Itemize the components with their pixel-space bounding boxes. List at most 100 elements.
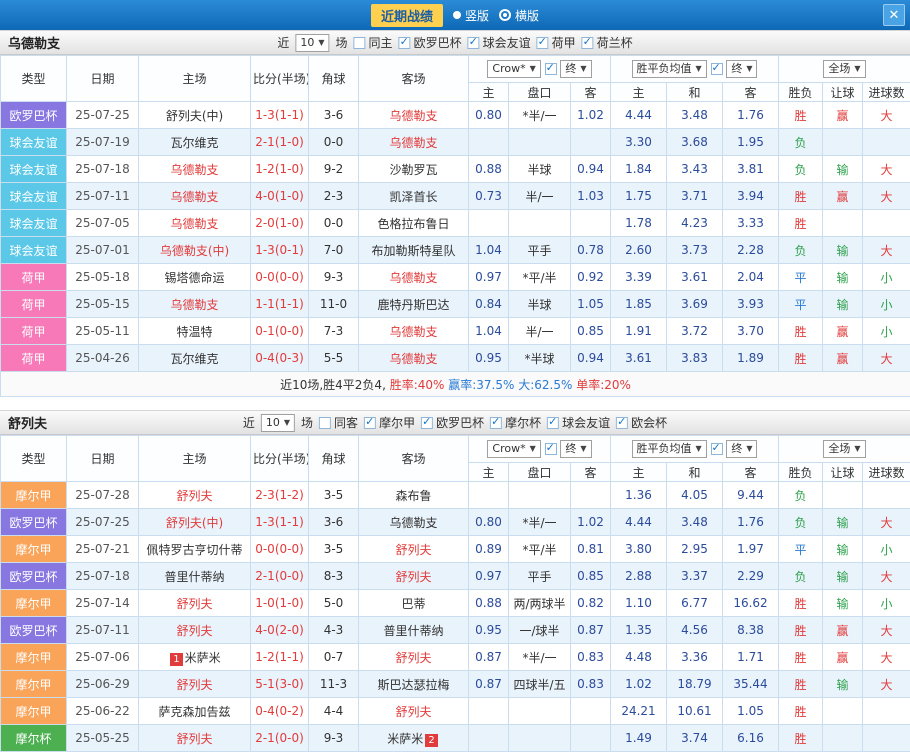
home-team[interactable]: 萨克森加告兹 [139,698,251,725]
corner-score: 11-3 [309,671,359,698]
away-team[interactable]: 普里什蒂纳 [359,617,469,644]
final-avg-checkbox[interactable] [711,443,723,455]
away-team[interactable]: 乌德勒支 [359,102,469,129]
home-team[interactable]: 乌德勒支(中) [139,237,251,264]
away-team[interactable]: 巴蒂 [359,590,469,617]
league-filter[interactable]: 球会友谊 [468,34,531,51]
home-team[interactable]: 舒列夫 [139,617,251,644]
same-venue-filter[interactable]: 同客 [319,414,358,431]
section-header-bar: 舒列夫 近10▼场同客摩尔甲欧罗巴杯摩尔杯球会友谊欧会杯 [0,410,910,435]
result-wdl: 负 [779,156,823,183]
league-filter-label: 球会友谊 [562,414,610,431]
home-team[interactable]: 舒列夫(中) [139,509,251,536]
away-team[interactable]: 沙勒罗瓦 [359,156,469,183]
handicap-odds-group: Crow*▼ 终▼ [469,436,611,463]
away-team[interactable]: 布加勒斯特星队 [359,237,469,264]
home-team[interactable]: 舒列夫 [139,671,251,698]
final-avg-checkbox[interactable] [711,63,723,75]
final-avg-select[interactable]: 终▼ [726,60,757,78]
away-team[interactable]: 米萨米2 [359,725,469,752]
handicap-line [509,129,571,156]
avg-odds-select[interactable]: 胜平负均值▼ [632,60,707,78]
recent-count-select[interactable]: 10▼ [261,414,295,432]
corner-score: 9-3 [309,725,359,752]
same-venue-filter[interactable]: 同主 [354,34,393,51]
league-filter[interactable]: 摩尔甲 [364,414,415,431]
away-team[interactable]: 舒列夫 [359,698,469,725]
away-team[interactable]: 斯巴达瑟拉梅 [359,671,469,698]
avg-odds-select-value: 胜平负均值 [637,62,692,76]
away-team[interactable]: 舒列夫 [359,536,469,563]
away-team[interactable]: 乌德勒支 [359,509,469,536]
final-odds-select[interactable]: 终▼ [560,440,591,458]
avg-home-odds: 3.39 [611,264,667,291]
away-team[interactable]: 色格拉布鲁日 [359,210,469,237]
close-button[interactable]: ✕ [883,4,905,26]
bookmaker-select[interactable]: Crow*▼ [487,440,540,458]
scope-select[interactable]: 全场▼ [823,60,865,78]
league-filter[interactable]: 球会友谊 [547,414,610,431]
recent-count-select[interactable]: 10▼ [295,34,329,52]
col-goals: 进球数 [863,463,910,482]
away-team[interactable]: 舒列夫 [359,644,469,671]
avg-away-odds: 3.81 [723,156,779,183]
home-team[interactable]: 舒列夫 [139,590,251,617]
league-filter-label: 球会友谊 [483,34,531,51]
final-odds-checkbox[interactable] [545,63,557,75]
layout-horizontal-label: 横版 [515,7,539,24]
home-team[interactable]: 乌德勒支 [139,291,251,318]
home-team[interactable]: 佩特罗古亨切什蒂 [139,536,251,563]
away-team[interactable]: 乌德勒支 [359,345,469,372]
home-team[interactable]: 锡塔德命运 [139,264,251,291]
home-team[interactable]: 舒列夫 [139,482,251,509]
bookmaker-select-value: Crow* [492,62,525,76]
layout-radio-horizontal[interactable]: 横版 [499,7,539,24]
final-odds-select[interactable]: 终▼ [560,60,591,78]
result-handicap [823,725,863,752]
scope-select[interactable]: 全场▼ [823,440,865,458]
league-filter[interactable]: 欧罗巴杯 [399,34,462,51]
handicap-away-odds: 1.02 [571,509,611,536]
result-handicap: 输 [823,264,863,291]
league-filter[interactable]: 欧会杯 [616,414,667,431]
col-corner: 角球 [309,436,359,482]
handicap-line: 半球 [509,291,571,318]
home-team-name: 乌德勒支 [170,217,218,231]
away-team[interactable]: 凯泽首长 [359,183,469,210]
league-filter[interactable]: 荷兰杯 [582,34,633,51]
match-date: 25-05-11 [67,318,139,345]
league-filter[interactable]: 荷甲 [537,34,576,51]
bookmaker-select[interactable]: Crow*▼ [487,60,540,78]
layout-radio-vertical[interactable]: 竖版 [453,7,489,24]
handicap-home-odds: 0.88 [469,156,509,183]
away-team[interactable]: 鹿特丹斯巴达 [359,291,469,318]
home-team[interactable]: 1米萨米 [139,644,251,671]
away-team[interactable]: 乌德勒支 [359,129,469,156]
result-handicap: 输 [823,563,863,590]
handicap-line: *半/一 [509,509,571,536]
away-team[interactable]: 舒列夫 [359,563,469,590]
corner-score: 3-5 [309,482,359,509]
home-team[interactable]: 乌德勒支 [139,183,251,210]
away-team[interactable]: 乌德勒支 [359,264,469,291]
league-filter[interactable]: 摩尔杯 [490,414,541,431]
home-team[interactable]: 乌德勒支 [139,156,251,183]
final-avg-select[interactable]: 终▼ [726,440,757,458]
league-filter[interactable]: 欧罗巴杯 [421,414,484,431]
home-team[interactable]: 瓦尔维克 [139,345,251,372]
home-team[interactable]: 舒列夫(中) [139,102,251,129]
home-team[interactable]: 普里什蒂纳 [139,563,251,590]
avg-home-odds: 4.44 [611,509,667,536]
away-team[interactable]: 乌德勒支 [359,318,469,345]
avg-odds-select[interactable]: 胜平负均值▼ [632,440,707,458]
col-handicap-result: 让球 [823,463,863,482]
avg-odds-select-value: 胜平负均值 [637,442,692,456]
away-team[interactable]: 森布鲁 [359,482,469,509]
home-team[interactable]: 特温特 [139,318,251,345]
final-odds-checkbox[interactable] [545,443,557,455]
home-team[interactable]: 乌德勒支 [139,210,251,237]
home-team[interactable]: 瓦尔维克 [139,129,251,156]
col-avg-home: 主 [611,463,667,482]
home-team[interactable]: 舒列夫 [139,725,251,752]
table-row: 球会友谊25-07-19瓦尔维克2-1(1-0)0-0乌德勒支3.303.681… [1,129,910,156]
